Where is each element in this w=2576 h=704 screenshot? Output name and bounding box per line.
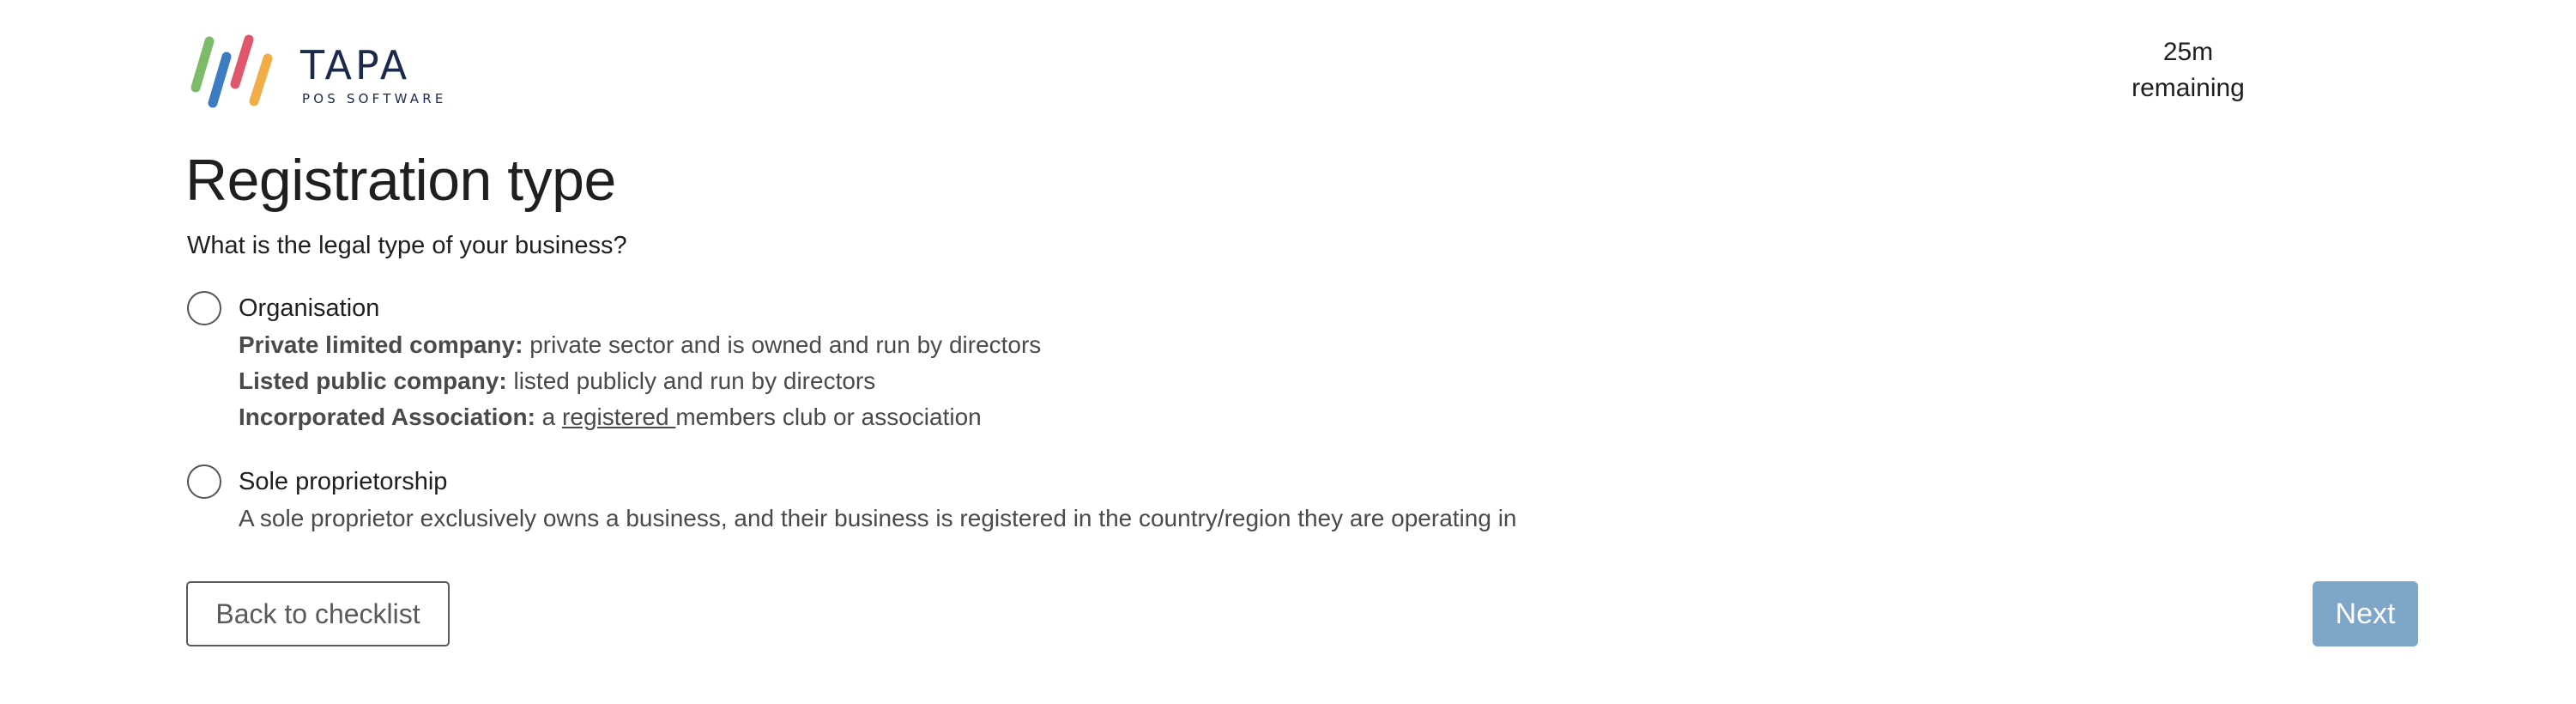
incorporated-association-description: Incorporated Association: a registered m… [239,399,1041,435]
time-remaining: 25m remaining [2094,34,2283,106]
sole-proprietorship-label[interactable]: Sole proprietorship [239,464,1516,499]
organisation-radio[interactable] [187,291,221,325]
registered-link[interactable]: registered [562,404,675,430]
option-organisation[interactable]: Organisation Private limited company: pr… [187,291,1041,435]
logo-name: TAPA [300,42,411,88]
private-limited-text: private sector and is owned and run by d… [523,331,1042,358]
listed-public-description: Listed public company: listed publicly a… [239,363,1041,399]
organisation-label[interactable]: Organisation [239,291,1041,325]
listed-public-term: Listed public company: [239,367,507,394]
page-title: Registration type [185,148,616,213]
private-limited-description: Private limited company: private sector … [239,327,1041,363]
sole-proprietorship-radio[interactable] [187,464,221,499]
next-button[interactable]: Next [2313,581,2418,646]
incorporated-text-before: a [535,404,563,430]
registration-type-page: TAPA POS SOFTWARE 25m remaining Registra… [0,0,2576,704]
incorporated-text-after: members club or association [675,404,982,430]
back-to-checklist-button[interactable]: Back to checklist [186,581,450,646]
incorporated-association-term: Incorporated Association: [239,404,535,430]
logo-subtitle: POS SOFTWARE [302,91,447,106]
sole-proprietorship-description: A sole proprietor exclusively owns a bus… [239,505,1517,531]
option-sole-proprietorship[interactable]: Sole proprietorship A sole proprietor ex… [187,464,1516,537]
timer-value: 25m [2162,38,2214,66]
timer-label: remaining [2132,74,2245,102]
tapa-logo: TAPA POS SOFTWARE [184,33,447,108]
listed-public-text: listed publicly and run by directors [506,367,876,394]
legal-type-question: What is the legal type of your business? [187,232,627,259]
tapa-logo-mark-icon [190,34,273,108]
private-limited-term: Private limited company: [239,331,523,358]
